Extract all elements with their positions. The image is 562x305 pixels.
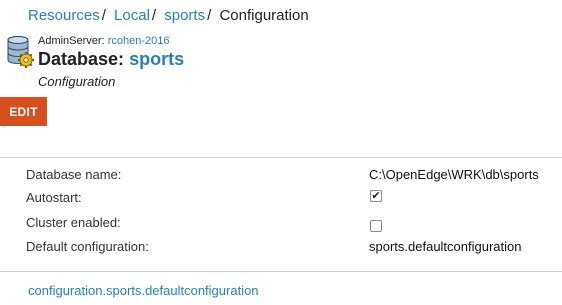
configuration-link[interactable]: configuration.sports.defaultconfiguratio… — [28, 283, 259, 298]
cluster-enabled-label: Cluster enabled: — [26, 215, 121, 230]
breadcrumb-current: Configuration — [219, 7, 309, 24]
breadcrumb-sports[interactable]: sports — [164, 7, 205, 24]
admin-server-name[interactable]: rcohen-2016 — [108, 35, 170, 47]
property-row-autostart: Autostart: ✔ — [0, 187, 562, 209]
autostart-checkbox[interactable]: ✔ — [370, 190, 382, 202]
cluster-enabled-checkbox[interactable] — [370, 220, 382, 232]
page-subtitle: Configuration — [38, 74, 116, 89]
database-name-label: Database name: — [26, 167, 122, 182]
divider — [0, 157, 562, 158]
breadcrumb: Resources / Local / sports / Configuration — [28, 7, 309, 24]
breadcrumb-resources[interactable]: Resources — [28, 7, 100, 24]
breadcrumb-separator: / — [101, 7, 106, 24]
property-row-database-name: Database name: C:\OpenEdge\WRK\db\sports — [0, 164, 562, 186]
property-row-default-configuration: Default configuration: sports.defaultcon… — [0, 236, 562, 258]
page-title: Database: sports — [38, 49, 184, 70]
edit-button[interactable]: EDIT — [0, 97, 47, 126]
default-configuration-label: Default configuration: — [26, 239, 149, 254]
page-title-prefix: Database: — [38, 49, 125, 69]
breadcrumb-separator: / — [207, 7, 212, 24]
default-configuration-value: sports.defaultconfiguration — [369, 239, 522, 254]
divider — [0, 271, 562, 272]
autostart-label: Autostart: — [26, 190, 82, 205]
database-gear-icon — [7, 36, 34, 68]
admin-server-line: AdminServer: rcohen-2016 — [38, 35, 169, 47]
admin-server-label: AdminServer: — [38, 35, 105, 47]
breadcrumb-separator: / — [151, 7, 157, 24]
database-name-value: C:\OpenEdge\WRK\db\sports — [369, 167, 539, 182]
property-row-cluster-enabled: Cluster enabled: — [0, 212, 562, 234]
page-title-database-name: sports — [129, 49, 185, 69]
breadcrumb-local[interactable]: Local — [114, 7, 150, 24]
